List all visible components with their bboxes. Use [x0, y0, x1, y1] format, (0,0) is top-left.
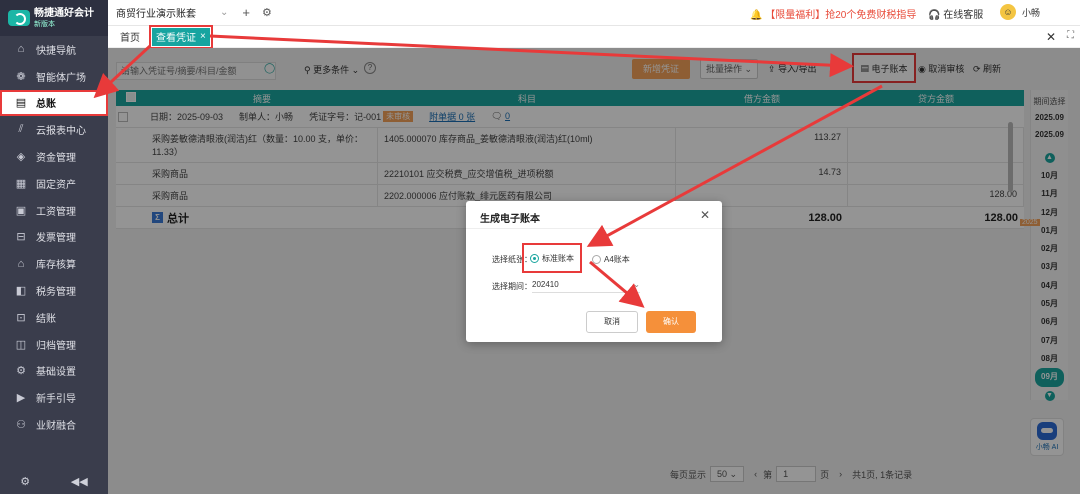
gear-icon[interactable]: ⚙: [20, 475, 30, 488]
collapse-icon[interactable]: ◀◀: [71, 475, 88, 488]
sidebar-item-label: 发票管理: [36, 233, 76, 245]
home-icon: ⌂: [17, 43, 25, 56]
invoice-icon: ⊟: [16, 231, 26, 244]
sidebar-item[interactable]: ▶ 新手引导: [0, 384, 108, 411]
settings-icon: ⚙: [16, 365, 26, 378]
radio-checked-icon: [530, 253, 539, 263]
dialog-title: 生成电子账本: [480, 214, 540, 225]
period-label: 选择期间：: [492, 282, 532, 291]
sidebar-item[interactable]: ◈ 资金管理: [0, 143, 108, 170]
paper-a4-radio[interactable]: A4账本: [592, 254, 630, 265]
tab-view-voucher[interactable]: 查看凭证 ×: [149, 24, 213, 49]
sidebar-item[interactable]: ◫ 归档管理: [0, 331, 108, 358]
sidebar: 畅捷通好会计 新版本 ⌂ 快捷导航 ❁ 智能体广场 ▤ 总账 ⫽ 云报表中心 ◈ 资金管理 ▦ 固定资…: [0, 0, 108, 494]
sidebar-item-label: 资金管理: [36, 153, 76, 165]
sidebar-item[interactable]: ▦ 固定资产: [0, 170, 108, 197]
promo-link[interactable]: 🔔 【限量福利】抢20个免费财税指导: [750, 6, 916, 21]
sidebar-item-label: 业财融合: [36, 421, 76, 433]
sidebar-item[interactable]: ▣ 工资管理: [0, 197, 108, 224]
sidebar-item[interactable]: ⌂ 快捷导航: [0, 36, 108, 63]
chart-icon: ⫽: [18, 123, 24, 136]
logo-subtitle: 新版本: [34, 20, 55, 28]
checkout-icon: ⊡: [16, 311, 26, 324]
close-icon[interactable]: ✕: [1046, 30, 1056, 44]
tab-bar: 首页 查看凭证 × ✕ ⛶: [108, 24, 1080, 49]
top-bar: 商贸行业演示账套 ⌄ + ⚙ 🔔 【限量福利】抢20个免费财税指导 🎧 在线客服…: [108, 0, 1080, 26]
sidebar-item[interactable]: ⌂ 库存核算: [0, 250, 108, 277]
paper-a4-label: A4账本: [604, 255, 630, 264]
warehouse-icon: ⌂: [17, 257, 25, 270]
sidebar-item[interactable]: ❁ 智能体广场: [0, 63, 108, 90]
sidebar-item[interactable]: ⚇ 业财融合: [0, 411, 108, 438]
sidebar-item-label: 云报表中心: [36, 126, 86, 138]
sidebar-item-label: 智能体广场: [36, 72, 86, 84]
sidebar-item-label: 总账: [36, 99, 56, 111]
avatar: ☺: [1000, 4, 1016, 20]
paper-standard-radio[interactable]: 标准账本: [522, 243, 582, 273]
chevron-down-icon: ⌄: [220, 7, 229, 18]
sidebar-item-label: 归档管理: [36, 340, 76, 352]
paper-standard-label: 标准账本: [542, 253, 574, 263]
sidebar-item-label: 税务管理: [36, 287, 76, 299]
sidebar-nav: ⌂ 快捷导航 ❁ 智能体广场 ▤ 总账 ⫽ 云报表中心 ◈ 资金管理 ▦ 固定资产 ▣ 工资管理 ⊟ 发票管理…: [0, 36, 108, 438]
sidebar-item[interactable]: ▤ 总账: [0, 89, 108, 117]
sidebar-item-label: 基础设置: [36, 367, 76, 379]
guide-icon: ▶: [16, 392, 26, 405]
close-icon[interactable]: ×: [200, 31, 206, 42]
logo-title: 畅捷通好会计: [34, 7, 94, 19]
building-icon: ▦: [15, 177, 27, 190]
period-value: 202410: [532, 280, 559, 289]
online-service-link[interactable]: 🎧 在线客服: [928, 6, 983, 21]
sidebar-item-label: 库存核算: [36, 260, 76, 272]
close-icon[interactable]: ✕: [700, 208, 710, 222]
sidebar-item[interactable]: ⚙ 基础设置: [0, 358, 108, 385]
chevron-down-icon: ⌄: [633, 280, 640, 289]
sidebar-item-label: 新手引导: [36, 394, 76, 406]
account-name: 商贸行业演示账套: [116, 9, 196, 20]
sidebar-item-label: 快捷导航: [36, 45, 76, 57]
sidebar-item-label: 工资管理: [36, 206, 76, 218]
user-menu[interactable]: ☺ 小畅: [1000, 4, 1040, 20]
sidebar-item-label: 固定资产: [36, 179, 76, 191]
apps-icon: ❁: [16, 70, 26, 83]
cancel-button[interactable]: 取消: [586, 311, 638, 333]
ledger-icon: ▤: [15, 97, 27, 110]
sidebar-footer: ⚙ ◀◀: [0, 468, 108, 494]
gear-icon[interactable]: ⚙: [262, 6, 272, 19]
sidebar-item[interactable]: ⊟ 发票管理: [0, 224, 108, 251]
confirm-button[interactable]: 确认: [646, 311, 696, 333]
salary-icon: ▣: [15, 204, 27, 217]
archive-icon: ◫: [15, 338, 27, 351]
sidebar-item[interactable]: ⫽ 云报表中心: [0, 116, 108, 143]
app-logo[interactable]: 畅捷通好会计 新版本: [0, 0, 108, 36]
tax-icon: ◧: [15, 285, 27, 298]
sidebar-item[interactable]: ◧ 税务管理: [0, 277, 108, 304]
user-name: 小畅: [1022, 7, 1041, 18]
sidebar-item[interactable]: ⊡ 结账: [0, 304, 108, 331]
ebook-dialog: 生成电子账本 ✕ 选择纸张： 标准账本 A4账本 选择期间： 202410 ⌄ …: [466, 201, 722, 342]
divider: [466, 228, 722, 229]
add-icon[interactable]: +: [242, 5, 250, 20]
account-selector[interactable]: 商贸行业演示账套 ⌄: [116, 5, 228, 20]
radio-unchecked-icon: [592, 255, 601, 264]
tab-home[interactable]: 首页: [120, 29, 140, 44]
tab-label: 查看凭证: [156, 33, 196, 44]
wallet-icon: ◈: [16, 151, 26, 164]
fullscreen-icon[interactable]: ⛶: [1067, 30, 1074, 41]
sidebar-item-label: 结账: [36, 313, 56, 325]
integration-icon: ⚇: [16, 419, 26, 432]
cloud-logo-icon: [8, 10, 30, 26]
period-select[interactable]: 202410 ⌄: [532, 277, 640, 293]
